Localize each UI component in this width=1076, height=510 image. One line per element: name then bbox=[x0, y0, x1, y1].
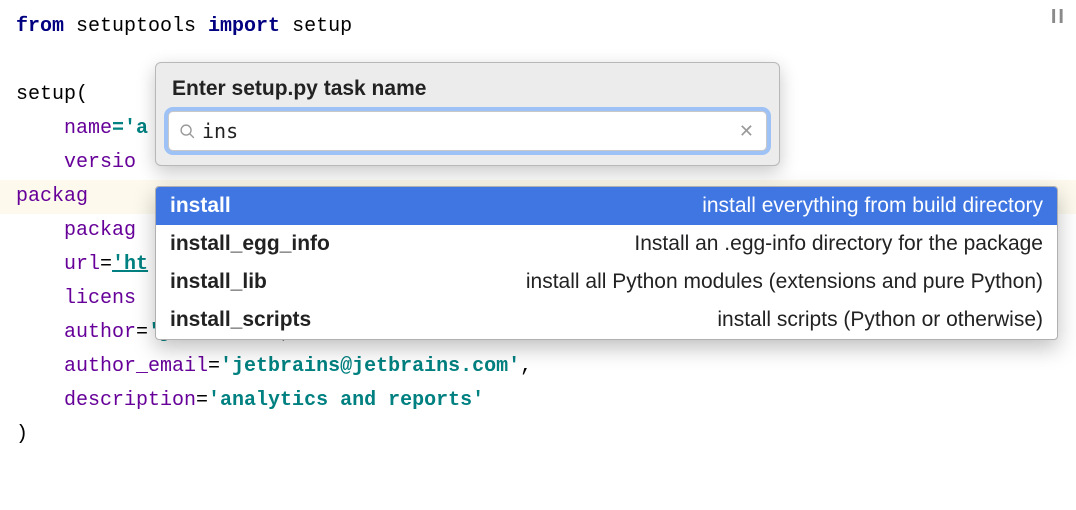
task-name-popup: Enter setup.py task name ✕ bbox=[155, 62, 780, 166]
popup-title: Enter setup.py task name bbox=[156, 63, 779, 111]
completion-item[interactable]: install_lib install all Python modules (… bbox=[156, 263, 1057, 301]
completion-dropdown: install install everything from build di… bbox=[155, 186, 1058, 340]
completion-name: install_lib bbox=[170, 270, 267, 294]
search-icon bbox=[179, 123, 196, 140]
completion-item[interactable]: install install everything from build di… bbox=[156, 187, 1057, 225]
completion-name: install_egg_info bbox=[170, 232, 330, 256]
search-field[interactable]: ✕ bbox=[168, 111, 767, 151]
completion-desc: install scripts (Python or otherwise) bbox=[717, 308, 1043, 332]
keyword-from: from bbox=[16, 15, 64, 38]
code-line: description='analytics and reports' bbox=[16, 384, 1060, 418]
completion-item[interactable]: install_egg_info Install an .egg-info di… bbox=[156, 225, 1057, 263]
search-input[interactable] bbox=[202, 119, 737, 143]
code-line: author_email='jetbrains@jetbrains.com', bbox=[16, 350, 1060, 384]
completion-item[interactable]: install_scripts install scripts (Python … bbox=[156, 301, 1057, 339]
completion-name: install bbox=[170, 194, 231, 218]
completion-name: install_scripts bbox=[170, 308, 311, 332]
completion-desc: install everything from build directory bbox=[702, 194, 1043, 218]
completion-desc: install all Python modules (extensions a… bbox=[526, 270, 1043, 294]
code-line: ) bbox=[16, 418, 1060, 452]
keyword-import: import bbox=[208, 15, 280, 38]
code-line: from setuptools import setup bbox=[16, 10, 1060, 44]
clear-icon[interactable]: ✕ bbox=[737, 121, 756, 142]
pause-icon: II bbox=[1051, 6, 1066, 29]
completion-desc: Install an .egg-info directory for the p… bbox=[634, 232, 1043, 256]
